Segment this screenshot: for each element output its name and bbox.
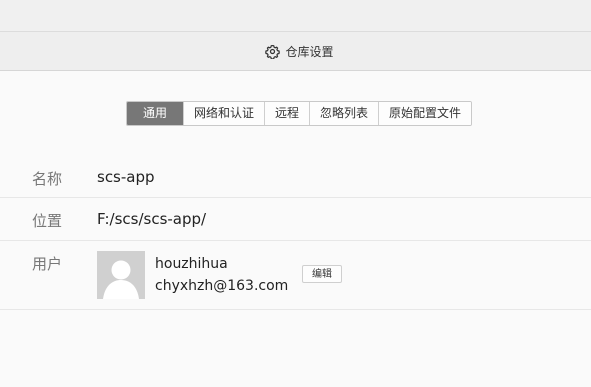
tab-remote[interactable]: 远程	[264, 102, 310, 125]
user-row: 用户 houzhihua chyxhzh@163.com 编辑	[0, 241, 591, 310]
user-label: 用户	[32, 255, 63, 273]
tab-network-auth[interactable]: 网络和认证	[183, 102, 265, 125]
gear-icon	[265, 44, 281, 59]
settings-header: 仓库设置	[0, 32, 591, 71]
window-top-bar	[0, 0, 591, 32]
name-row: 名称 scs-app	[0, 155, 591, 198]
username: houzhihua	[155, 256, 228, 272]
tab-raw-config[interactable]: 原始配置文件	[378, 102, 472, 125]
user-email: chyxhzh@163.com	[155, 278, 289, 294]
name-label: 名称	[32, 170, 63, 188]
name-value: scs-app	[97, 168, 155, 186]
settings-title: 仓库设置	[265, 43, 334, 60]
edit-user-button[interactable]: 编辑	[302, 265, 342, 283]
location-label: 位置	[32, 212, 63, 230]
tab-general[interactable]: 通用	[127, 102, 183, 125]
avatar	[97, 251, 145, 299]
tab-ignore-list[interactable]: 忽略列表	[309, 102, 379, 125]
settings-tabs: 通用 网络和认证 远程 忽略列表 原始配置文件	[126, 101, 473, 126]
page-title: 仓库设置	[285, 44, 334, 59]
location-value: F:/scs/scs-app/	[97, 210, 207, 228]
location-row: 位置 F:/scs/scs-app/	[0, 198, 591, 241]
